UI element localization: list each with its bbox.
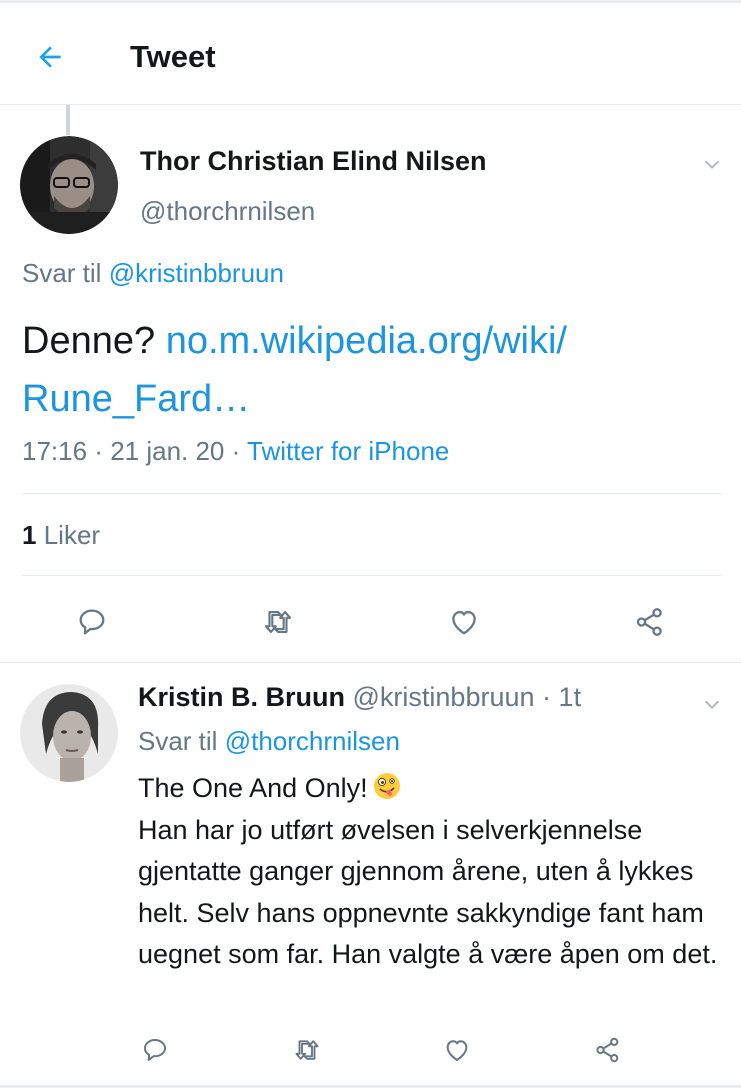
reply-age-sep: · [542, 682, 552, 712]
like-button[interactable] [444, 602, 484, 642]
top-bar: Tweet [0, 3, 741, 105]
tweet-options-button[interactable] [698, 150, 726, 178]
share-icon [636, 608, 662, 636]
retweet-icon [295, 1040, 319, 1060]
reply-text-line1: The One And Only! [138, 773, 368, 803]
reply-options-button[interactable] [698, 690, 726, 718]
share-icon [596, 1037, 619, 1063]
like-count: 1 [22, 520, 37, 550]
heart-icon [446, 1040, 468, 1061]
reply-text-body: Han har jo utført øvelsen i selverkjenne… [138, 814, 718, 970]
reply-text: The One And Only! Han har jo utført øvel… [138, 768, 728, 976]
reply-button[interactable] [72, 602, 112, 642]
reply-replying-to-label: Svar til [138, 726, 218, 756]
reply-replying-to-link[interactable]: @thorchrnilsen [225, 726, 400, 756]
thread-connector-line [66, 105, 70, 135]
divider [22, 493, 722, 494]
tweet-link-line2[interactable]: Rune_Fard… [22, 378, 250, 420]
tweet-date: 21 jan. 20 [110, 436, 225, 466]
reply-author-name[interactable]: Kristin B. Bruun [138, 682, 345, 712]
replying-to-link[interactable]: @kristinbbruun [109, 258, 284, 288]
divider [22, 575, 722, 576]
back-button[interactable] [30, 37, 70, 77]
chevron-down-icon [704, 700, 720, 709]
author-handle[interactable]: @thorchrnilsen [140, 196, 315, 227]
reply-icon [79, 609, 105, 635]
chevron-down-icon [704, 160, 720, 169]
avatar-kristin[interactable] [20, 684, 118, 782]
reply-author-handle[interactable]: @kristinbbruun [353, 682, 535, 712]
retweet-icon [264, 611, 292, 633]
reply-share-button[interactable] [588, 1030, 628, 1070]
tweet-source[interactable]: Twitter for iPhone [247, 436, 449, 466]
reply-replying-to-line: Svar til @thorchrnilsen [138, 726, 400, 757]
reply-age: 1t [558, 682, 582, 712]
heart-icon [452, 610, 476, 635]
replying-to-line: Svar til @kristinbbruun [22, 258, 284, 289]
replying-to-label: Svar til [22, 258, 102, 288]
arrow-left-icon [39, 46, 61, 68]
reply-action-bar [0, 1030, 741, 1070]
reply-retweet-button[interactable] [287, 1030, 327, 1070]
avatar-thor[interactable] [20, 136, 118, 234]
tweet-link-line1[interactable]: no.m.wikipedia.org/wiki/ [166, 320, 567, 362]
page-title: Tweet [130, 39, 216, 74]
tweet-meta: 17:16 · 21 jan. 20 · Twitter for iPhone [22, 436, 450, 466]
like-label: Liker [43, 520, 101, 550]
share-button[interactable] [630, 602, 670, 642]
retweet-button[interactable] [258, 602, 298, 642]
author-name[interactable]: Thor Christian Elind Nilsen [140, 146, 487, 177]
reply-icon [144, 1039, 166, 1061]
likes-count-link[interactable]: 1 Liker [22, 520, 100, 551]
tweet-text: Denne? no.m.wikipedia.org/wiki/Rune_Fard… [22, 312, 722, 428]
zany-face-emoji [373, 773, 400, 799]
tweet-separator [0, 662, 741, 663]
tweet-action-bar [0, 598, 741, 646]
tweet-text-plain: Denne? [22, 320, 156, 362]
reply-like-button[interactable] [437, 1030, 477, 1070]
tweet-time: 17:16 [22, 436, 88, 466]
reply-header: Kristin B. Bruun @kristinbbruun · 1t [138, 682, 581, 713]
reply-reply-button[interactable] [135, 1030, 175, 1070]
